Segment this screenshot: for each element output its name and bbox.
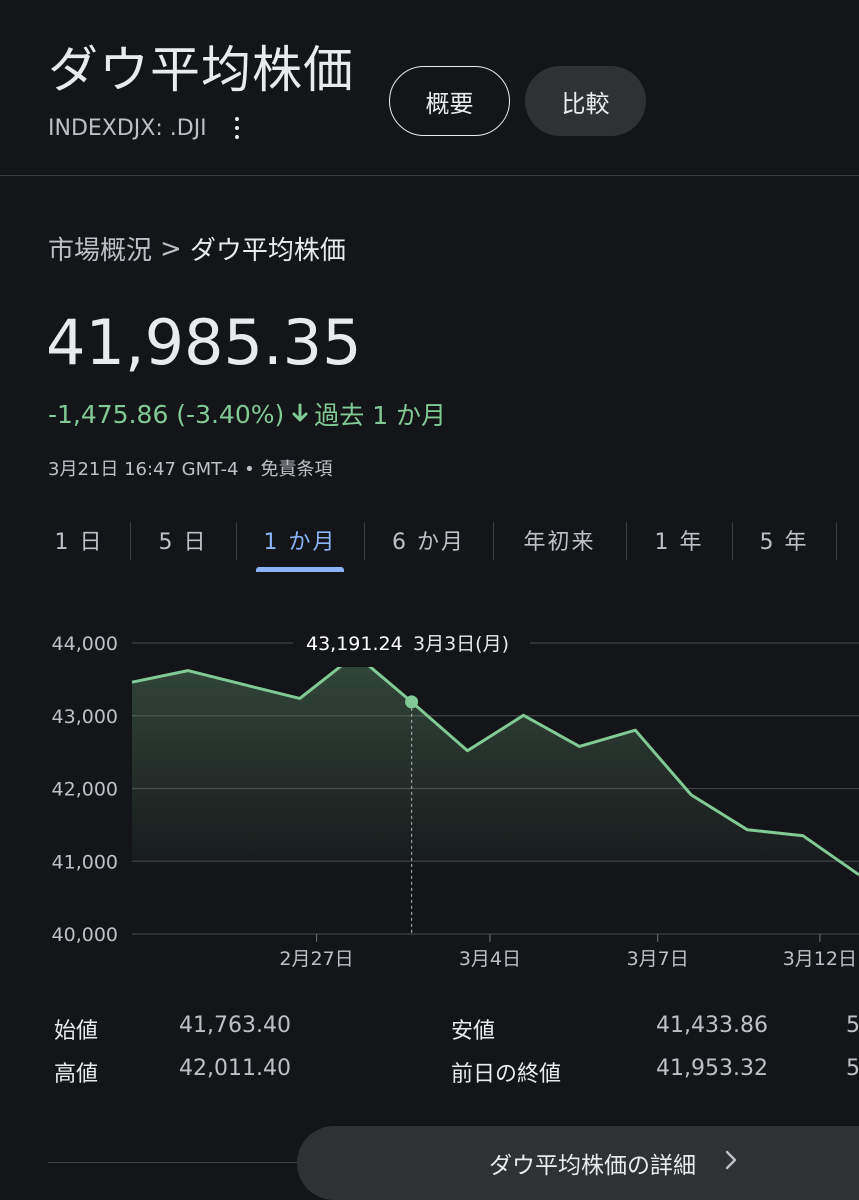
price-change: -1,475.86 (-3.40%) [48,399,285,429]
breadcrumb: 市場概況 > ダウ平均株価 [48,230,346,267]
low-value: 41,433.86 [656,1013,768,1038]
x-tick-label: 3月12日 [783,948,857,970]
tooltip-value: 43,191.24 [306,633,403,655]
prev-close-label: 前日の終値 [451,1062,562,1087]
ticker-row: INDEXDJX: .DJI [48,114,247,142]
breadcrumb-current: ダウ平均株価 [189,236,346,266]
tab-5d[interactable]: 5 日 [130,516,236,564]
tab-1m[interactable]: 1 か月 [236,516,364,572]
quote-timestamp: 3月21日 16:47 GMT-4 • 免責条項 [48,459,333,480]
y-tick-label: 44,000 [52,633,118,655]
more-details-label: ダウ平均株価の詳細 [489,1153,696,1179]
tab-1y[interactable]: 1 年 [626,516,732,564]
breadcrumb-parent[interactable]: 市場概況 [48,230,152,267]
x-tick-label: 3月7日 [627,948,689,970]
price-chart[interactable]: 40,000 41,000 42,000 43,000 44,000 2月27日 3月4日… [0,600,859,990]
y-tick-label: 43,000 [52,706,118,728]
overview-button[interactable]: 概要 [389,66,510,136]
current-price: 41,985.35 [46,306,362,379]
high-label: 高値 [54,1062,99,1087]
compare-button[interactable]: 比較 [525,66,646,136]
tab-6m[interactable]: 6 か月 [364,516,493,564]
more-details-button[interactable]: ダウ平均株価の詳細 [297,1126,859,1200]
stats-cut-value-1: 5 [846,1013,859,1038]
y-tick-label: 42,000 [52,779,118,801]
breadcrumb-separator: > [160,233,182,264]
low-label: 安値 [451,1019,496,1044]
chevron-right-icon [724,1148,738,1178]
price-change-row: -1,475.86 (-3.40%) 過去 1 か月 [48,396,446,432]
x-tick-label: 2月27日 [279,948,353,970]
x-tick-label: 3月4日 [459,948,521,970]
y-tick-label: 40,000 [52,924,118,946]
tab-more[interactable] [836,516,859,564]
tab-5y[interactable]: 5 年 [732,516,836,564]
arrow-down-icon [292,400,308,429]
quote-header: ダウ平均株価 INDEXDJX: .DJI 概要 比較 [0,0,859,176]
hover-point [405,695,419,709]
stats-cut-value-2: 5 [846,1056,859,1081]
tab-ytd[interactable]: 年初来 [493,516,626,564]
page-title: ダウ平均株価 [48,41,354,99]
high-value: 42,011.40 [179,1056,291,1081]
tab-1d[interactable]: 1 日 [28,516,130,564]
open-label: 始値 [54,1019,99,1044]
range-tabs: 1 日 5 日 1 か月 6 か月 年初来 1 年 5 年 [28,516,859,572]
y-tick-label: 41,000 [52,851,118,873]
open-value: 41,763.40 [179,1013,291,1038]
price-area-fill [132,654,859,875]
more-vert-icon[interactable] [227,114,247,142]
prev-close-value: 41,953.32 [656,1056,768,1081]
tooltip-date: 3月3日(月) [413,633,509,655]
change-period: 過去 1 か月 [314,401,447,430]
ticker-symbol: INDEXDJX: .DJI [48,115,207,141]
